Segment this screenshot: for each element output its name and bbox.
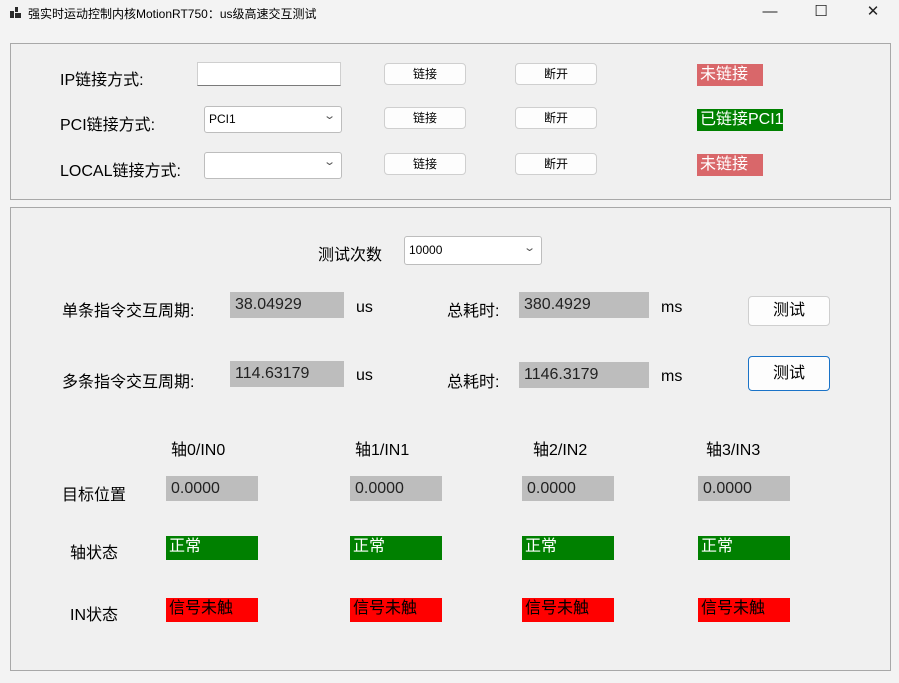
minimize-button[interactable]: —: [747, 0, 793, 26]
multi-test-button[interactable]: 测试: [748, 356, 830, 391]
target-position-label: 目标位置: [62, 487, 127, 504]
axis-state-axis3: 正常: [698, 536, 790, 560]
in-state-label: IN状态: [70, 607, 119, 624]
multi-cycle-label: 多条指令交互周期:: [62, 374, 195, 391]
test-count-label: 测试次数: [318, 247, 383, 264]
axis-state-axis0: 正常: [166, 536, 258, 560]
local-select[interactable]: ⌄: [204, 152, 342, 179]
single-total-value: 380.4929: [519, 292, 649, 318]
chevron-down-icon: ⌄: [322, 110, 336, 122]
axis-header-3: 轴3/IN3: [706, 442, 761, 459]
pci-connect-button[interactable]: 链接: [384, 107, 466, 129]
axis-state-label: 轴状态: [70, 545, 119, 562]
target-position-axis0: 0.0000: [166, 476, 258, 501]
app-icon: [10, 7, 21, 18]
axis-header-0: 轴0/IN0: [171, 442, 226, 459]
chevron-down-icon: ⌄: [322, 156, 336, 168]
single-cycle-label: 单条指令交互周期:: [62, 303, 195, 320]
axis-header-1: 轴1/IN1: [355, 442, 410, 459]
multi-total-label: 总耗时:: [447, 374, 500, 391]
ip-disconnect-button[interactable]: 断开: [515, 63, 597, 85]
test-count-select[interactable]: 10000 ⌄: [404, 236, 542, 265]
target-position-axis1: 0.0000: [350, 476, 442, 501]
single-total-unit: ms: [661, 299, 683, 316]
ip-status-badge: 未链接: [697, 64, 763, 86]
in-state-axis0: 信号未触: [166, 598, 258, 622]
pci-select[interactable]: PCI1 ⌄: [204, 106, 342, 133]
pci-label: PCI链接方式:: [60, 117, 156, 134]
single-test-button[interactable]: 测试: [748, 296, 830, 326]
local-status-badge: 未链接: [697, 154, 763, 176]
ip-connect-button[interactable]: 链接: [384, 63, 466, 85]
in-state-axis1: 信号未触: [350, 598, 442, 622]
test-count-value: 10000: [409, 243, 443, 257]
axis-state-axis1: 正常: [350, 536, 442, 560]
local-connect-button[interactable]: 链接: [384, 153, 466, 175]
in-state-axis2: 信号未触: [522, 598, 614, 622]
single-total-label: 总耗时:: [447, 303, 500, 320]
local-disconnect-button[interactable]: 断开: [515, 153, 597, 175]
multi-total-unit: ms: [661, 368, 683, 385]
axis-header-2: 轴2/IN2: [533, 442, 588, 459]
ip-input[interactable]: [197, 62, 341, 86]
close-button[interactable]: ✕: [850, 0, 896, 26]
multi-cycle-value: 114.63179: [230, 361, 344, 387]
pci-select-value: PCI1: [209, 112, 236, 126]
multi-total-value: 1146.3179: [519, 362, 649, 388]
local-label: LOCAL链接方式:: [60, 163, 181, 180]
pci-disconnect-button[interactable]: 断开: [515, 107, 597, 129]
target-position-axis3: 0.0000: [698, 476, 790, 501]
title-bar: 强实时运动控制内核MotionRT750：us级高速交互测试 — ☐ ✕: [0, 0, 899, 26]
chevron-down-icon: ⌄: [522, 242, 536, 254]
target-position-axis2: 0.0000: [522, 476, 614, 501]
axis-state-axis2: 正常: [522, 536, 614, 560]
single-cycle-unit: us: [356, 299, 373, 316]
pci-status-badge: 已链接PCI1: [697, 109, 784, 131]
single-cycle-value: 38.04929: [230, 292, 344, 318]
multi-cycle-unit: us: [356, 367, 373, 384]
ip-label: IP链接方式:: [60, 72, 144, 89]
maximize-button[interactable]: ☐: [798, 0, 844, 26]
in-state-axis3: 信号未触: [698, 598, 790, 622]
window-title: 强实时运动控制内核MotionRT750：us级高速交互测试: [28, 7, 317, 21]
